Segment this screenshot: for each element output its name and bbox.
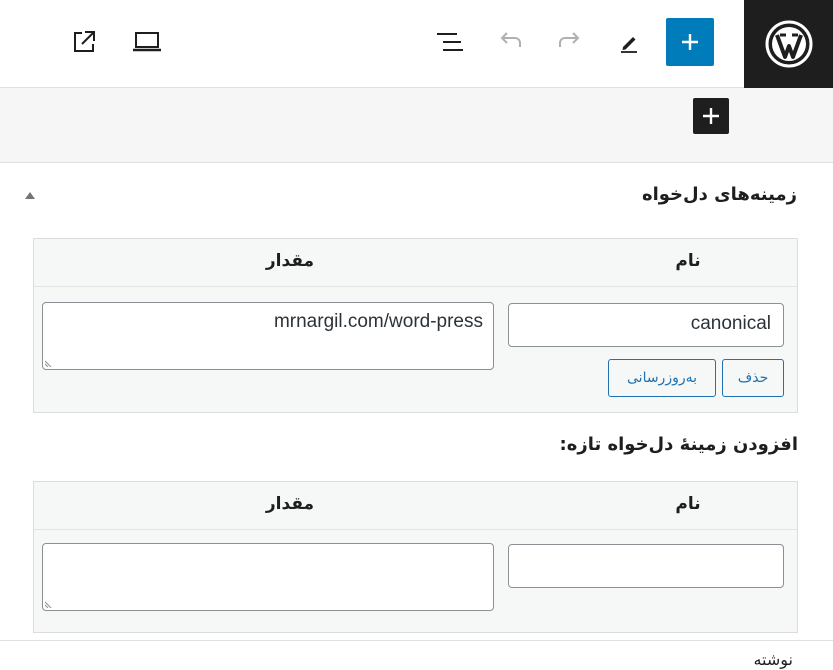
block-inserter-button[interactable] bbox=[693, 98, 729, 134]
update-field-button[interactable]: به‌روزرسانی bbox=[608, 359, 716, 397]
new-field-value-textarea[interactable] bbox=[42, 543, 494, 611]
editor-header bbox=[0, 0, 833, 88]
value-column-header: مقدار bbox=[265, 494, 315, 514]
field-value-text: mrnargil.com/word-press bbox=[273, 311, 483, 332]
panel-toggle-button[interactable] bbox=[22, 188, 38, 202]
custom-fields-table: نام مقدار canonical mrnargil.com/word-pr… bbox=[33, 238, 798, 413]
add-new-field-table: نام مقدار bbox=[33, 481, 798, 633]
table-header: نام مقدار bbox=[34, 482, 797, 530]
external-link-icon bbox=[74, 31, 95, 52]
resize-handle-icon[interactable] bbox=[45, 600, 53, 608]
pencil-icon bbox=[621, 37, 637, 53]
new-field-name-input[interactable] bbox=[508, 544, 784, 588]
wordpress-logo-icon bbox=[765, 20, 812, 68]
add-block-button[interactable] bbox=[666, 18, 714, 66]
custom-fields-title: زمینه‌های دل‌خواه bbox=[641, 184, 797, 205]
redo-icon bbox=[559, 32, 580, 47]
delete-field-button[interactable]: حذف bbox=[722, 359, 784, 397]
field-value-textarea[interactable]: mrnargil.com/word-press bbox=[42, 302, 494, 370]
breadcrumb-post[interactable]: نوشته bbox=[753, 650, 793, 669]
wordpress-logo-button[interactable] bbox=[744, 0, 833, 88]
redo-button[interactable] bbox=[546, 18, 594, 66]
resize-handle-icon[interactable] bbox=[45, 359, 53, 367]
edit-tools-button[interactable] bbox=[605, 18, 653, 66]
undo-icon bbox=[500, 32, 521, 47]
triangle-up-icon bbox=[25, 192, 35, 199]
preview-button[interactable] bbox=[123, 18, 171, 66]
list-view-icon bbox=[437, 33, 463, 51]
undo-button[interactable] bbox=[486, 18, 534, 66]
view-post-button[interactable] bbox=[60, 18, 108, 66]
table-header: نام مقدار bbox=[34, 239, 797, 287]
plus-icon bbox=[703, 108, 719, 124]
footer-divider bbox=[0, 640, 833, 641]
name-column-header: نام bbox=[675, 494, 701, 514]
value-column-header: مقدار bbox=[265, 251, 315, 271]
name-column-header: نام bbox=[675, 251, 701, 271]
laptop-icon bbox=[133, 32, 161, 52]
plus-icon bbox=[682, 34, 698, 50]
list-view-button[interactable] bbox=[426, 18, 474, 66]
field-name-input[interactable]: canonical bbox=[508, 303, 784, 347]
editor-canvas bbox=[0, 88, 833, 163]
add-new-field-title: افزودن زمینهٔ دل‌خواه تازه: bbox=[559, 434, 798, 455]
